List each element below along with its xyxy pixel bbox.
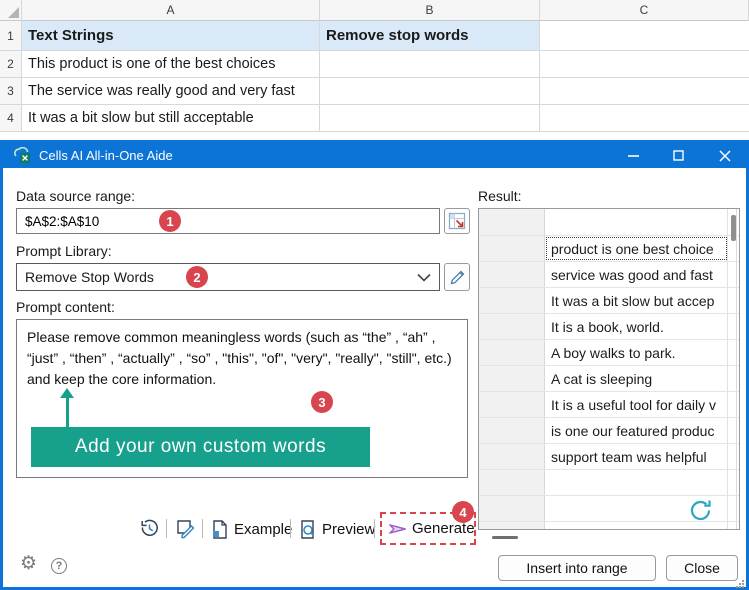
result-row[interactable]: It is a book, world. xyxy=(479,314,739,340)
result-horizontal-scrollbar[interactable] xyxy=(492,536,518,539)
cell-b1[interactable]: Remove stop words xyxy=(320,21,540,51)
example-button[interactable]: Example xyxy=(210,517,292,541)
cell-a2[interactable]: This product is one of the best choices xyxy=(22,51,320,78)
result-label: Result: xyxy=(478,188,522,204)
result-row[interactable]: service was good and fast xyxy=(479,262,739,288)
example-label: Example xyxy=(234,520,293,538)
spreadsheet: A B C 1 Text Strings Remove stop words 2… xyxy=(0,0,749,140)
data-source-label: Data source range: xyxy=(16,188,136,204)
cell-c3[interactable] xyxy=(540,78,749,105)
toolbar-divider xyxy=(202,519,203,538)
resize-grip-icon xyxy=(736,580,744,588)
column-header-b[interactable]: B xyxy=(320,0,540,21)
history-clock-icon xyxy=(141,519,158,536)
preview-label: Preview xyxy=(322,520,376,538)
row-header-3[interactable]: 3 xyxy=(0,78,22,105)
prompt-content-text: Please remove common meaningless words (… xyxy=(27,329,452,387)
result-grid[interactable]: product is one best choice service was g… xyxy=(478,208,740,530)
result-vertical-scrollbar[interactable] xyxy=(731,215,736,241)
refresh-button[interactable] xyxy=(687,497,714,524)
prompt-edit-icon xyxy=(177,520,195,539)
settings-button[interactable]: ⚙ xyxy=(20,554,37,573)
toolbar-divider xyxy=(374,519,375,538)
dialog-titlebar[interactable]: Cells AI All-in-One Aide xyxy=(3,143,746,168)
select-all-triangle-icon xyxy=(8,7,19,18)
result-row[interactable]: A boy walks to park. xyxy=(479,340,739,366)
result-row[interactable]: is one our featured produc xyxy=(479,418,739,444)
step-badge-4: 4 xyxy=(452,501,474,523)
dialog-title: Cells AI All-in-One Aide xyxy=(39,148,173,163)
edit-prompt-button[interactable] xyxy=(444,263,470,291)
result-row[interactable]: A cat is sleeping xyxy=(479,366,739,392)
help-button[interactable]: ? xyxy=(51,558,67,574)
column-header-c[interactable]: C xyxy=(540,0,749,21)
preview-button[interactable]: Preview xyxy=(298,517,375,541)
send-arrow-icon xyxy=(389,523,406,534)
result-row[interactable]: support team was helpful xyxy=(479,444,739,470)
cell-a3[interactable]: The service was really good and very fas… xyxy=(22,78,320,105)
maximize-button[interactable] xyxy=(663,143,693,168)
cell-c4[interactable] xyxy=(540,105,749,132)
preview-magnifier-icon xyxy=(301,519,315,539)
toolbar-divider xyxy=(166,519,167,538)
toolbar-divider xyxy=(290,519,291,538)
prompt-edit-button[interactable] xyxy=(173,517,196,540)
result-row[interactable]: It was a bit slow but accep xyxy=(479,288,739,314)
minimize-button[interactable] xyxy=(618,143,648,168)
step-badge-1: 1 xyxy=(159,210,181,232)
data-source-input[interactable] xyxy=(16,208,440,234)
close-window-button[interactable] xyxy=(709,143,741,168)
history-button[interactable] xyxy=(139,518,160,539)
cell-b3[interactable] xyxy=(320,78,540,105)
insert-into-range-button[interactable]: Insert into range xyxy=(498,555,656,581)
select-all-corner[interactable] xyxy=(0,0,22,21)
minimize-icon xyxy=(627,154,639,157)
document-icon xyxy=(213,519,227,539)
app-icon xyxy=(14,146,31,164)
cell-b2[interactable] xyxy=(320,51,540,78)
result-row[interactable]: It is a useful tool for daily v xyxy=(479,392,739,418)
resize-grip[interactable] xyxy=(735,576,745,588)
maximize-icon xyxy=(672,150,684,161)
row-header-1[interactable]: 1 xyxy=(0,21,22,51)
callout-text: Add your own custom words xyxy=(74,436,327,457)
callout-arrow-stem xyxy=(65,397,69,427)
row-header-2[interactable]: 2 xyxy=(0,51,22,78)
prompt-content-label: Prompt content: xyxy=(16,299,115,315)
close-icon xyxy=(719,149,731,162)
result-row[interactable]: product is one best choice xyxy=(479,236,739,262)
range-picker-icon xyxy=(448,212,466,230)
refresh-icon xyxy=(690,500,711,521)
cell-a1[interactable]: Text Strings xyxy=(22,21,320,51)
cell-c2[interactable] xyxy=(540,51,749,78)
cell-c1[interactable] xyxy=(540,21,749,51)
row-header-4[interactable]: 4 xyxy=(0,105,22,132)
gear-icon: ⚙ xyxy=(20,553,38,574)
prompt-library-select[interactable]: Remove Stop Words xyxy=(16,263,440,291)
screen: A B C 1 Text Strings Remove stop words 2… xyxy=(0,0,749,590)
range-picker-button[interactable] xyxy=(444,208,470,234)
cell-b4[interactable] xyxy=(320,105,540,132)
step-badge-2: 2 xyxy=(186,266,208,288)
prompt-library-label: Prompt Library: xyxy=(16,243,112,259)
close-button[interactable]: Close xyxy=(666,555,738,581)
step-badge-3: 3 xyxy=(311,391,333,413)
result-row-empty xyxy=(479,209,739,236)
callout-banner: Add your own custom words xyxy=(31,427,370,467)
chevron-down-icon[interactable] xyxy=(417,273,431,282)
pencil-icon xyxy=(450,270,464,284)
cell-a4[interactable]: It was a bit slow but still acceptable xyxy=(22,105,320,132)
help-icon: ? xyxy=(55,560,63,572)
result-row-empty xyxy=(479,470,739,496)
column-header-a[interactable]: A xyxy=(22,0,320,21)
prompt-library-value: Remove Stop Words xyxy=(25,269,154,285)
